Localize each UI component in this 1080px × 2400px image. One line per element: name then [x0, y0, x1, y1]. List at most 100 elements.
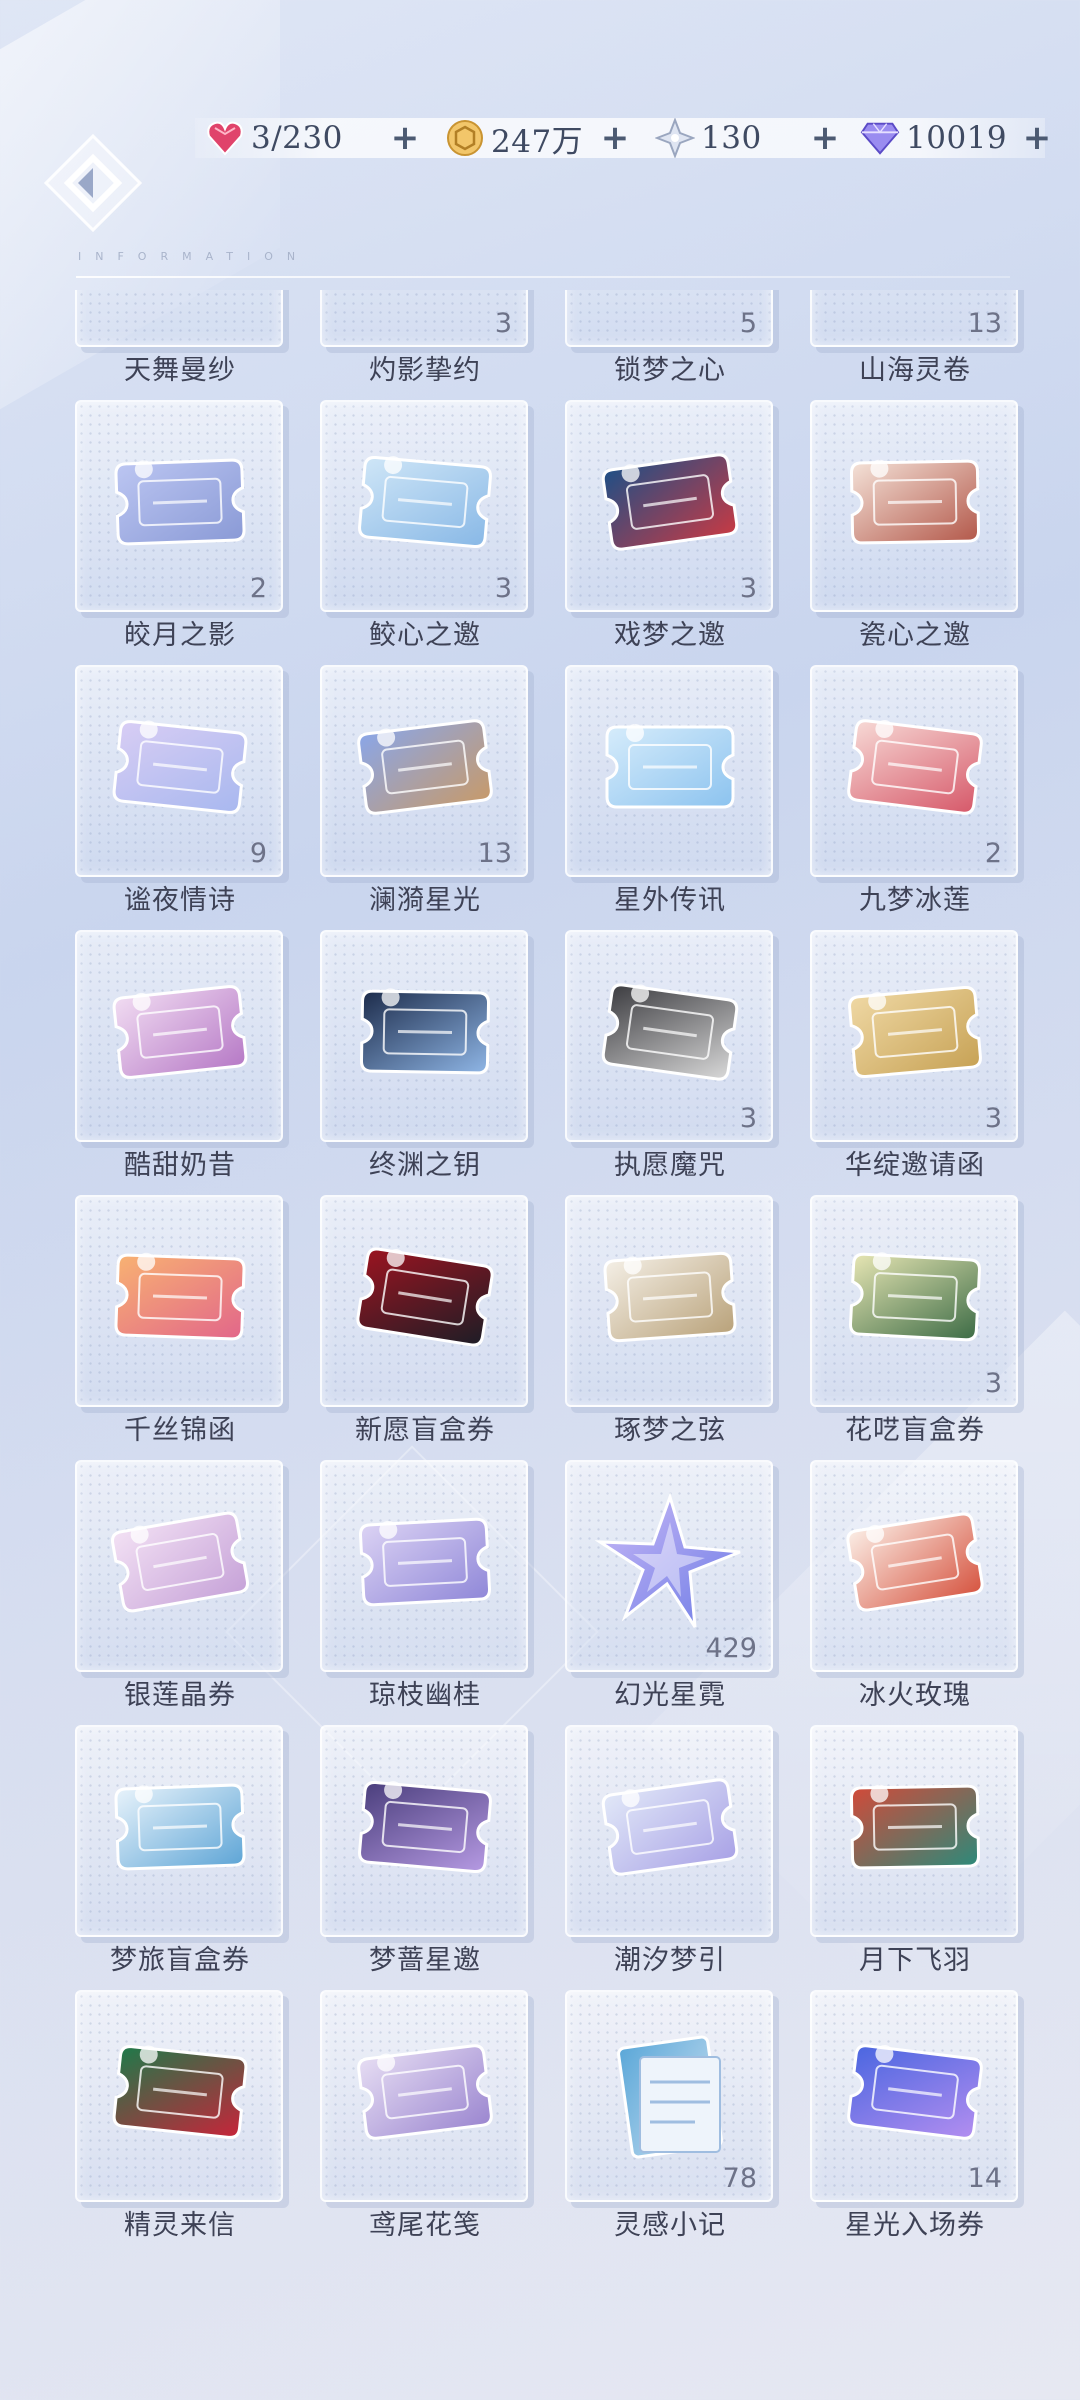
item-card[interactable]: 3: [810, 1195, 1018, 1407]
item-card[interactable]: 3: [565, 400, 773, 612]
item-card[interactable]: 429: [565, 1460, 773, 1672]
item-cell[interactable]: 琢梦之弦: [565, 1195, 783, 1446]
item-name: 谧夜情诗: [124, 885, 236, 916]
item-cell[interactable]: 13 澜漪星光: [320, 665, 538, 916]
item-card[interactable]: 78: [565, 1990, 773, 2202]
item-card[interactable]: [810, 400, 1018, 612]
item-cell[interactable]: 3 华绽邀请函: [810, 930, 1028, 1181]
ticket-icon: [840, 962, 990, 1102]
resource-stamina: 3/230: [205, 113, 343, 163]
ticket-icon: [840, 290, 990, 307]
back-button[interactable]: [38, 128, 148, 238]
item-card[interactable]: [320, 1990, 528, 2202]
item-card[interactable]: 13: [810, 290, 1018, 347]
item-name: 花呓盲盒券: [845, 1415, 985, 1446]
item-cell[interactable]: 3 执愿魔咒: [565, 930, 783, 1181]
add-crystal-button[interactable]: +: [803, 113, 847, 163]
item-cell[interactable]: 14 星光入场券: [810, 1990, 1028, 2241]
add-gold-button[interactable]: +: [593, 113, 637, 163]
item-cell[interactable]: 78 灵感小记: [565, 1990, 783, 2241]
item-card[interactable]: [565, 1195, 773, 1407]
item-card[interactable]: [75, 1460, 283, 1672]
item-cell[interactable]: 13 山海灵卷: [810, 290, 1028, 386]
ticket-icon: [840, 432, 990, 572]
item-count: 3: [739, 1103, 757, 1134]
item-cell[interactable]: 2 皎月之影: [75, 400, 293, 651]
item-name: 澜漪星光: [369, 885, 481, 916]
section-header-label: INFORMATION: [78, 250, 310, 263]
item-card[interactable]: 2: [810, 665, 1018, 877]
item-count: 13: [967, 308, 1002, 339]
ticket-icon: [105, 1492, 255, 1632]
item-cell[interactable]: 星外传讯: [565, 665, 783, 916]
item-card[interactable]: [75, 1725, 283, 1937]
ticket-icon: [840, 1227, 990, 1367]
item-name: 梦旅盲盒券: [110, 1945, 250, 1976]
item-name: 鸢尾花笺: [369, 2210, 481, 2241]
item-name: 执愿魔咒: [614, 1150, 726, 1181]
item-card[interactable]: 14: [810, 1990, 1018, 2202]
item-cell[interactable]: 429 幻光星霓: [565, 1460, 783, 1711]
item-cell[interactable]: 瓷心之邀: [810, 400, 1028, 651]
item-cell[interactable]: 3 灼影挚约: [320, 290, 538, 386]
item-cell[interactable]: 天舞曼纱: [75, 290, 293, 386]
ticket-icon: [105, 1227, 255, 1367]
ticket-icon: [840, 2022, 990, 2162]
item-cell[interactable]: 月下飞羽: [810, 1725, 1028, 1976]
item-cell[interactable]: 梦蔷星邀: [320, 1725, 538, 1976]
ticket-icon: [595, 962, 745, 1102]
item-cell[interactable]: 梦旅盲盒券: [75, 1725, 293, 1976]
item-cell[interactable]: 潮汐梦引: [565, 1725, 783, 1976]
item-card[interactable]: [810, 1460, 1018, 1672]
item-card[interactable]: [565, 665, 773, 877]
item-card[interactable]: 3: [565, 930, 773, 1142]
item-count: 3: [494, 308, 512, 339]
item-cell[interactable]: 冰火玫瑰: [810, 1460, 1028, 1711]
item-count: 9: [249, 838, 267, 869]
item-name: 冰火玫瑰: [859, 1680, 971, 1711]
item-cell[interactable]: 3 戏梦之邀: [565, 400, 783, 651]
item-card[interactable]: [75, 930, 283, 1142]
item-card[interactable]: 13: [320, 665, 528, 877]
item-card[interactable]: 3: [320, 290, 528, 347]
item-card[interactable]: 3: [320, 400, 528, 612]
item-count: 3: [739, 573, 757, 604]
item-grid[interactable]: 天舞曼纱 3 灼影挚约 5 锁梦之心 13 山海灵卷 2 皎月之影 3 鲛心之邀 3 戏梦之邀 瓷心之邀 9…: [0, 290, 1080, 2400]
item-card[interactable]: [75, 1195, 283, 1407]
item-cell[interactable]: 千丝锦函: [75, 1195, 293, 1446]
ticket-icon: [105, 2022, 255, 2162]
item-card[interactable]: [320, 1195, 528, 1407]
ticket-icon: [350, 290, 500, 307]
item-cell[interactable]: 新愿盲盒券: [320, 1195, 538, 1446]
item-cell[interactable]: 2 九梦冰莲: [810, 665, 1028, 916]
item-cell[interactable]: 琼枝幽桂: [320, 1460, 538, 1711]
diamond-icon: [860, 118, 900, 158]
item-cell[interactable]: 精灵来信: [75, 1990, 293, 2241]
item-cell[interactable]: 9 谧夜情诗: [75, 665, 293, 916]
add-diamond-button[interactable]: +: [1015, 113, 1059, 163]
item-cell[interactable]: 终渊之钥: [320, 930, 538, 1181]
item-cell[interactable]: 5 锁梦之心: [565, 290, 783, 386]
item-card[interactable]: [565, 1725, 773, 1937]
ticket-icon: [595, 290, 745, 307]
item-card[interactable]: 9: [75, 665, 283, 877]
item-card[interactable]: 5: [565, 290, 773, 347]
item-cell[interactable]: 3 花呓盲盒券: [810, 1195, 1028, 1446]
item-cell[interactable]: 鸢尾花笺: [320, 1990, 538, 2241]
item-card[interactable]: [75, 1990, 283, 2202]
item-card[interactable]: [75, 290, 283, 347]
item-card[interactable]: [320, 1725, 528, 1937]
item-cell[interactable]: 酷甜奶昔: [75, 930, 293, 1181]
crystal-value: 130: [701, 120, 762, 156]
item-card[interactable]: [320, 930, 528, 1142]
ticket-icon: [105, 432, 255, 572]
item-cell[interactable]: 3 鲛心之邀: [320, 400, 538, 651]
item-card[interactable]: 3: [810, 930, 1018, 1142]
notebook-icon: [595, 2022, 745, 2162]
item-card[interactable]: 2: [75, 400, 283, 612]
add-stamina-button[interactable]: +: [383, 113, 427, 163]
item-name: 戏梦之邀: [614, 620, 726, 651]
item-card[interactable]: [320, 1460, 528, 1672]
item-card[interactable]: [810, 1725, 1018, 1937]
item-cell[interactable]: 银莲晶券: [75, 1460, 293, 1711]
